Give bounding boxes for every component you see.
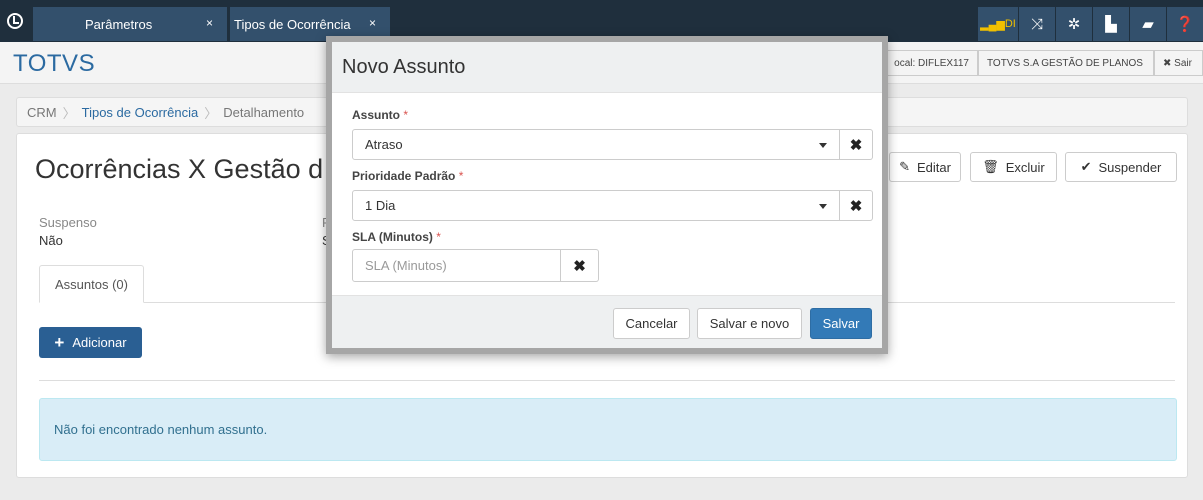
subject-label-text: Assunto	[352, 108, 400, 122]
toolbar-icons: ▂▄▆ DI ⤨ ✲ ▙ ▰ ❓	[977, 7, 1203, 41]
signal-icon[interactable]: ▂▄▆ DI	[978, 7, 1018, 41]
sla-label-text: SLA (Minutos)	[352, 230, 433, 244]
suspend-button[interactable]: ✔ Suspender	[1065, 152, 1177, 182]
chat-icon[interactable]: ▰	[1130, 7, 1166, 41]
brand-logo: TOTVS	[13, 50, 96, 77]
priority-select-value: 1 Dia	[365, 198, 396, 213]
sla-input[interactable]: SLA (Minutos)	[352, 249, 561, 282]
home-logo-icon[interactable]	[0, 0, 30, 42]
cancel-button[interactable]: Cancelar	[613, 308, 690, 339]
breadcrumb-item-tipos[interactable]: Tipos de Ocorrência	[82, 105, 199, 120]
tab-parametros[interactable]: Parâmetros ×	[33, 7, 227, 41]
modal-title: Novo Assunto	[332, 42, 882, 93]
subject-select-value: Atraso	[365, 137, 403, 152]
suspended-value: Não	[39, 233, 63, 248]
delete-button[interactable]: 🗑 Excluir	[970, 152, 1057, 182]
required-mark: *	[458, 169, 464, 183]
tab-label: Tipos de Ocorrência	[234, 16, 351, 32]
logout-button[interactable]: ✖ Sair	[1154, 50, 1203, 76]
company-info[interactable]: TOTVS S.A GESTÃO DE PLANOS	[978, 50, 1154, 76]
plus-icon: +	[54, 332, 65, 352]
tab-assuntos[interactable]: Assuntos (0)	[39, 265, 144, 303]
section-divider	[39, 380, 1175, 381]
help-icon[interactable]: ❓	[1167, 7, 1203, 41]
required-mark: *	[403, 108, 409, 122]
suspend-button-label: Suspender	[1098, 159, 1162, 175]
required-mark: *	[436, 230, 441, 244]
pencil-icon: ✎	[899, 159, 910, 174]
clear-sla-icon[interactable]: ✖	[561, 249, 599, 282]
tab-label: Parâmetros	[85, 16, 153, 32]
add-button[interactable]: + Adicionar	[39, 327, 142, 358]
chevron-down-icon	[819, 204, 827, 209]
subject-label: Assunto *	[352, 108, 408, 122]
priority-label: Prioridade Padrão *	[352, 169, 463, 183]
breadcrumb-separator: 〉	[62, 105, 76, 121]
suspended-label: Suspenso	[39, 215, 97, 230]
shuffle-icon[interactable]: ⤨	[1019, 7, 1055, 41]
check-icon: ✔	[1080, 159, 1092, 174]
clear-priority-icon[interactable]: ✖	[840, 190, 873, 221]
subject-select[interactable]: Atraso	[352, 129, 840, 160]
empty-alert: Não foi encontrado nenhum assunto.	[39, 398, 1177, 461]
save-and-new-button[interactable]: Salvar e novo	[697, 308, 802, 339]
breadcrumb-separator: 〉	[204, 105, 218, 121]
save-button[interactable]: Salvar	[810, 308, 872, 339]
clear-subject-icon[interactable]: ✖	[840, 129, 873, 160]
signal-label: DI	[1004, 18, 1016, 30]
close-tab-icon[interactable]: ×	[369, 16, 376, 30]
add-button-label: Adicionar	[72, 335, 127, 350]
breadcrumb-item-detalhamento: Detalhamento	[223, 104, 305, 120]
priority-label-text: Prioridade Padrão	[352, 169, 456, 183]
document-icon[interactable]: ▙	[1093, 7, 1129, 41]
sla-label: SLA (Minutos) *	[352, 230, 441, 244]
edit-button[interactable]: ✎ Editar	[889, 152, 961, 182]
gear-icon[interactable]: ✲	[1056, 7, 1092, 41]
chevron-down-icon	[819, 143, 827, 148]
trash-icon: 🗑	[982, 159, 999, 174]
delete-button-label: Excluir	[1005, 159, 1045, 175]
close-tab-icon[interactable]: ×	[206, 16, 213, 30]
new-subject-modal: Novo Assunto Assunto * Atraso ✖ Priorida…	[326, 36, 888, 354]
modal-footer: Cancelar Salvar e novo Salvar	[332, 295, 882, 348]
breadcrumb-item-crm[interactable]: CRM	[27, 105, 57, 120]
priority-select[interactable]: 1 Dia	[352, 190, 840, 221]
edit-button-label: Editar	[916, 159, 951, 175]
page-title: Ocorrências X Gestão d	[35, 154, 324, 184]
